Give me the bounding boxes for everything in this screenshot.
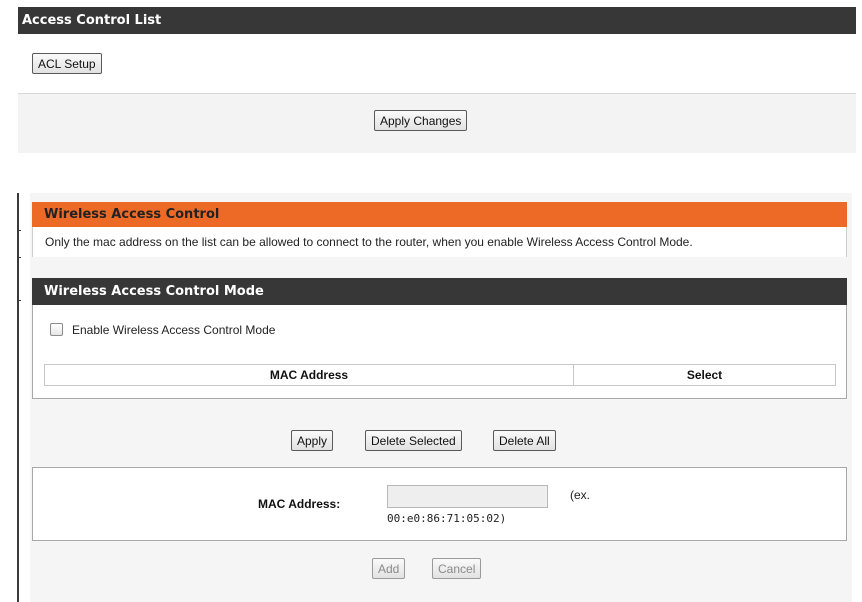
acl-setup-button[interactable]: ACL Setup: [32, 53, 102, 74]
mac-address-column-header: MAC Address: [45, 365, 574, 385]
enable-mode-label: Enable Wireless Access Control Mode: [72, 323, 276, 337]
mac-hint-example: 00:e0:86:71:05:02): [387, 512, 507, 525]
left-divider: [17, 193, 19, 602]
apply-button[interactable]: Apply: [291, 430, 334, 451]
wireless-access-control-title: Wireless Access Control: [32, 202, 847, 227]
left-divider-tick: [17, 230, 21, 231]
mac-hint-prefix: (ex.: [570, 488, 591, 502]
left-divider-tick: [17, 257, 21, 258]
add-button[interactable]: Add: [372, 558, 406, 579]
delete-selected-button[interactable]: Delete Selected: [365, 430, 462, 451]
enable-mode-row[interactable]: Enable Wireless Access Control Mode: [50, 322, 275, 338]
mac-table-header: MAC Address Select: [44, 364, 836, 386]
mac-address-label: MAC Address:: [258, 497, 341, 511]
wireless-access-control-mode-title: Wireless Access Control Mode: [32, 278, 847, 305]
left-divider-tick: [17, 300, 21, 301]
delete-all-button[interactable]: Delete All: [493, 430, 556, 451]
cancel-button[interactable]: Cancel: [432, 558, 482, 579]
acl-title: Access Control List: [18, 7, 856, 34]
select-column-header: Select: [686, 368, 723, 382]
mac-address-input[interactable]: [387, 485, 548, 508]
apply-changes-button[interactable]: Apply Changes: [374, 110, 468, 131]
wireless-access-control-description: Only the mac address on the list can be …: [32, 227, 847, 257]
enable-mode-checkbox[interactable]: [50, 323, 63, 337]
